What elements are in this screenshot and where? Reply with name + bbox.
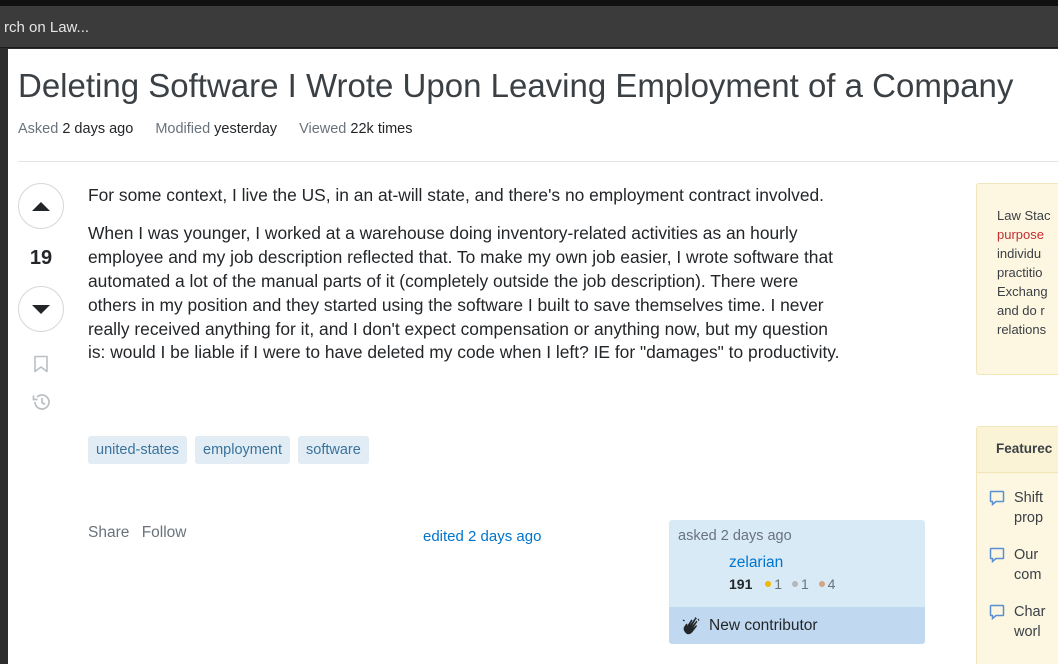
- body-paragraph-1: For some context, I live the US, in an a…: [88, 185, 825, 205]
- notice-line: relations: [997, 322, 1047, 337]
- viewed-meta: Viewed 22k times: [299, 121, 412, 137]
- edited-link[interactable]: edited 2 days ago: [423, 528, 541, 545]
- featured-header: Featurec: [977, 427, 1058, 473]
- viewed-label: Viewed: [299, 121, 347, 137]
- owner-reputation: 191 1 1 4: [729, 576, 838, 592]
- silver-badge-icon: [791, 581, 798, 588]
- comment-icon: [989, 604, 1005, 621]
- gold-badge-icon: [765, 581, 772, 588]
- tag-united-states[interactable]: united-states: [88, 436, 188, 464]
- owner-name-link[interactable]: zelarian: [729, 554, 783, 572]
- featured-item-text[interactable]: Char worl: [1014, 602, 1045, 642]
- featured-item-line: Char: [1014, 604, 1046, 620]
- comment-icon: [989, 547, 1005, 564]
- body-line: automated a lot of the manual parts of i…: [88, 270, 799, 291]
- search-bar[interactable]: rch on Law...: [0, 6, 1058, 48]
- featured-item-line: worl: [1014, 624, 1041, 640]
- question-meta: Asked 2 days ago Modified yesterday View…: [18, 121, 430, 137]
- new-contributor-label: New contributor: [709, 616, 818, 634]
- question-title[interactable]: Deleting Software I Wrote Upon Leaving E…: [18, 67, 1013, 105]
- avatar[interactable]: [678, 554, 718, 594]
- tag-employment[interactable]: employment: [195, 436, 291, 464]
- downvote-button[interactable]: [18, 286, 64, 332]
- body-paragraph-2: When I was younger, I worked at a wareho…: [88, 222, 928, 365]
- tag-software[interactable]: software: [298, 436, 369, 464]
- featured-item-line: Our: [1014, 547, 1039, 563]
- arrow-down-icon: [32, 304, 50, 314]
- modified-meta: Modified yesterday: [155, 121, 277, 137]
- reputation-score: 191: [729, 576, 753, 592]
- upvote-button[interactable]: [18, 183, 64, 229]
- question-page: Deleting Software I Wrote Upon Leaving E…: [8, 49, 1058, 664]
- notice-line: individu: [997, 246, 1042, 261]
- arrow-up-icon: [32, 201, 50, 211]
- body-line: When I was younger, I worked at a wareho…: [88, 222, 798, 243]
- featured-item-line: prop: [1014, 510, 1044, 526]
- asked-value: 2 days ago: [62, 121, 134, 137]
- featured-list: Shift prop Our com Char worl: [977, 474, 1058, 664]
- featured-item-line: com: [1014, 567, 1042, 583]
- body-line: others in my position and they started u…: [88, 294, 824, 315]
- bookmark-icon[interactable]: [33, 355, 49, 373]
- notice-line: and do r: [997, 303, 1045, 318]
- search-input[interactable]: rch on Law...: [4, 19, 89, 36]
- gold-badge-count: 1: [774, 576, 783, 592]
- modified-value[interactable]: yesterday: [214, 121, 277, 137]
- site-notice-text: Law Stac purpose individu practitio Exch…: [997, 206, 1050, 339]
- featured-title: Featurec: [996, 441, 1053, 456]
- owner-card: asked 2 days ago zelarian 191 1 1 4 New …: [669, 520, 925, 644]
- bronze-badge-icon: [818, 581, 825, 588]
- notice-line: practitio: [997, 265, 1043, 280]
- featured-item-text[interactable]: Shift prop: [1014, 488, 1043, 528]
- viewed-value: 22k times: [350, 121, 413, 137]
- vote-count: 19: [29, 247, 53, 269]
- asked-time: asked 2 days ago: [678, 528, 792, 544]
- asked-meta: Asked 2 days ago: [18, 121, 133, 137]
- featured-item-line: Shift: [1014, 490, 1044, 506]
- question-body: For some context, I live the US, in an a…: [88, 184, 928, 365]
- share-link[interactable]: Share: [88, 524, 129, 541]
- notice-link[interactable]: purpose: [997, 225, 1050, 244]
- new-contributor-banner[interactable]: New contributor: [669, 607, 925, 644]
- wave-hand-icon: [682, 616, 700, 634]
- notice-line: Exchang: [997, 284, 1048, 299]
- site-notice-box: Law Stac purpose individu practitio Exch…: [976, 183, 1058, 375]
- asked-label: Asked: [18, 121, 59, 137]
- body-line: is: would I be liable if I were to have …: [88, 342, 840, 363]
- featured-box: Featurec Shift prop Our com Char worl: [976, 426, 1058, 664]
- body-line: employee and my job description reflecte…: [88, 246, 833, 267]
- modified-label: Modified: [155, 121, 211, 137]
- bronze-badge-count: 4: [827, 576, 836, 592]
- featured-item-text[interactable]: Our com: [1014, 545, 1041, 585]
- history-icon[interactable]: [31, 391, 53, 413]
- follow-link[interactable]: Follow: [142, 524, 187, 541]
- silver-badge-count: 1: [800, 576, 809, 592]
- header-divider: [18, 161, 1058, 162]
- comment-icon: [989, 490, 1005, 507]
- body-line: really received anything for it, and I d…: [88, 318, 828, 339]
- tag-list: united-states employment software: [88, 436, 369, 464]
- post-actions: Share Follow: [88, 524, 194, 542]
- notice-line: Law Stac: [997, 208, 1051, 223]
